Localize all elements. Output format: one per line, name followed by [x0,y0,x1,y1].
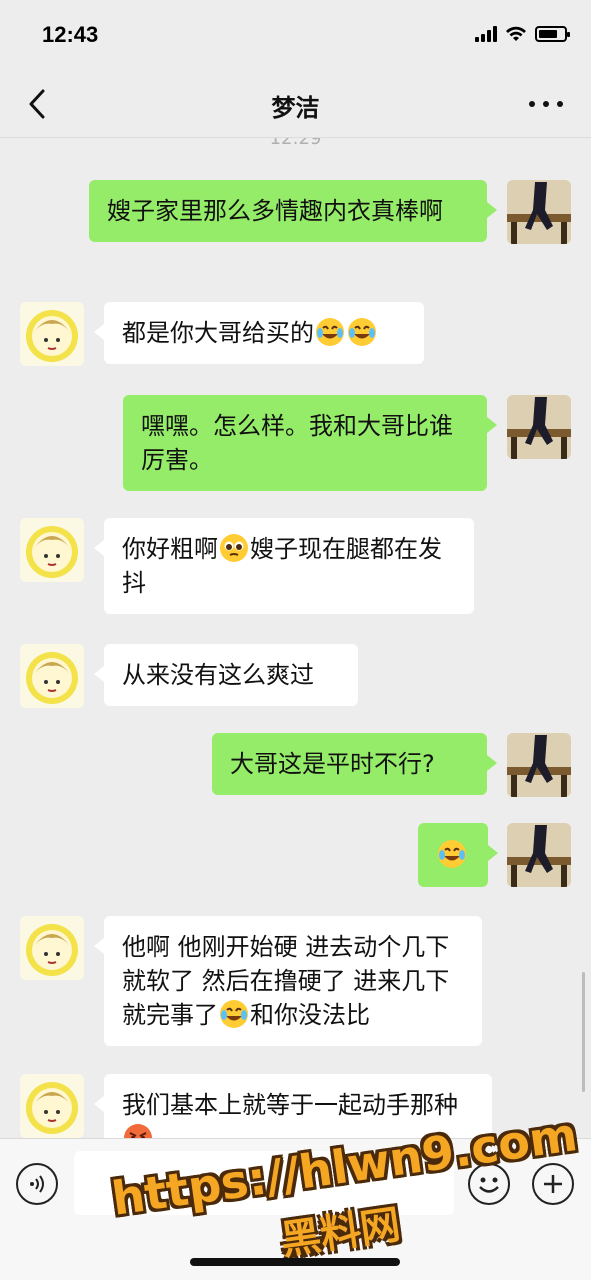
emoji-button[interactable] [468,1163,510,1205]
message-text: 嘿嘿。怎么样。我和大哥比谁厉害。 [141,412,453,474]
pleading-face-icon [220,534,248,562]
message-text: 嫂子家里那么多情趣内衣真棒啊 [107,197,443,225]
status-icons [475,26,570,42]
sent-message-bubble[interactable] [418,823,498,887]
face-with-tears-of-joy-icon [316,318,344,346]
chat-title: 梦洁 [271,94,320,122]
wifi-icon [506,26,526,41]
avatar[interactable] [20,302,84,366]
message-text: 大哥这是平时不行? [230,750,435,778]
user-photo-icon [507,733,571,797]
dot-icon [543,101,549,107]
cartoon-girl-avatar-icon [20,916,84,980]
cartoon-girl-avatar-icon [20,1074,84,1138]
voice-wave-icon [30,1175,44,1193]
message-input[interactable] [74,1151,454,1215]
message-text: 从来没有这么爽过 [122,661,314,689]
received-message-bubble[interactable]: 我们基本上就等于一起动手那种 [94,1074,492,1138]
received-message-bubble[interactable]: 他啊 他刚开始硬 进去动个几下就软了 然后在撸硬了 进来几下就完事了 和你没法比 [94,916,482,1046]
dot-icon [557,101,563,107]
cartoon-girl-avatar-icon [20,644,84,708]
plus-icon [544,1175,562,1193]
user-photo-icon [507,823,571,887]
more-actions-button[interactable] [532,1163,574,1205]
sent-message-bubble[interactable]: 嘿嘿。怎么样。我和大哥比谁厉害。 [123,395,497,491]
avatar[interactable] [507,395,571,459]
face-with-tears-of-joy-icon [348,318,376,346]
avatar[interactable] [507,823,571,887]
user-photo-icon [507,180,571,244]
avatar[interactable] [20,518,84,582]
message-text: 我们基本上就等于一起动手那种 [122,1091,458,1119]
message-text: 都是你大哥给买的 [122,319,314,347]
avatar[interactable] [20,1074,84,1138]
message-text-part: 你好粗啊 [122,535,218,563]
message-timestamp: 12:29 [269,138,322,149]
cartoon-girl-avatar-icon [20,518,84,582]
home-indicator[interactable] [190,1258,400,1266]
sent-message-bubble[interactable]: 大哥这是平时不行? [212,733,497,795]
message-text-part: 和你没法比 [250,1001,370,1029]
face-with-tears-of-joy-icon [438,840,466,868]
face-with-tears-of-joy-icon [220,1000,248,1028]
status-time: 12:43 [42,22,99,47]
user-photo-icon [507,395,571,459]
received-message-bubble[interactable]: 都是你大哥给买的 [94,302,424,364]
received-message-bubble[interactable]: 从来没有这么爽过 [94,644,358,706]
cellular-signal-icon [475,26,497,42]
angry-face-icon [124,1124,152,1138]
dot-icon [529,101,535,107]
avatar[interactable] [507,180,571,244]
cartoon-girl-avatar-icon [20,302,84,366]
battery-icon [535,26,570,42]
more-options-button[interactable] [529,92,563,116]
smiley-icon [479,1177,499,1193]
received-message-bubble[interactable]: 你好粗啊 嫂子现在腿都在发抖 [94,518,474,614]
scrollbar[interactable] [582,972,585,1092]
avatar[interactable] [507,733,571,797]
nav-bar: 梦洁 [0,70,591,138]
status-bar: 12:43 [0,0,591,70]
avatar[interactable] [20,916,84,980]
chat-area[interactable]: 12:29 嫂子家里那么多情趣内衣真棒啊 都是你大哥给买的 嘿嘿。怎么样。我和大… [0,138,591,1138]
avatar[interactable] [20,644,84,708]
voice-input-button[interactable] [16,1163,58,1205]
sent-message-bubble[interactable]: 嫂子家里那么多情趣内衣真棒啊 [89,180,497,242]
